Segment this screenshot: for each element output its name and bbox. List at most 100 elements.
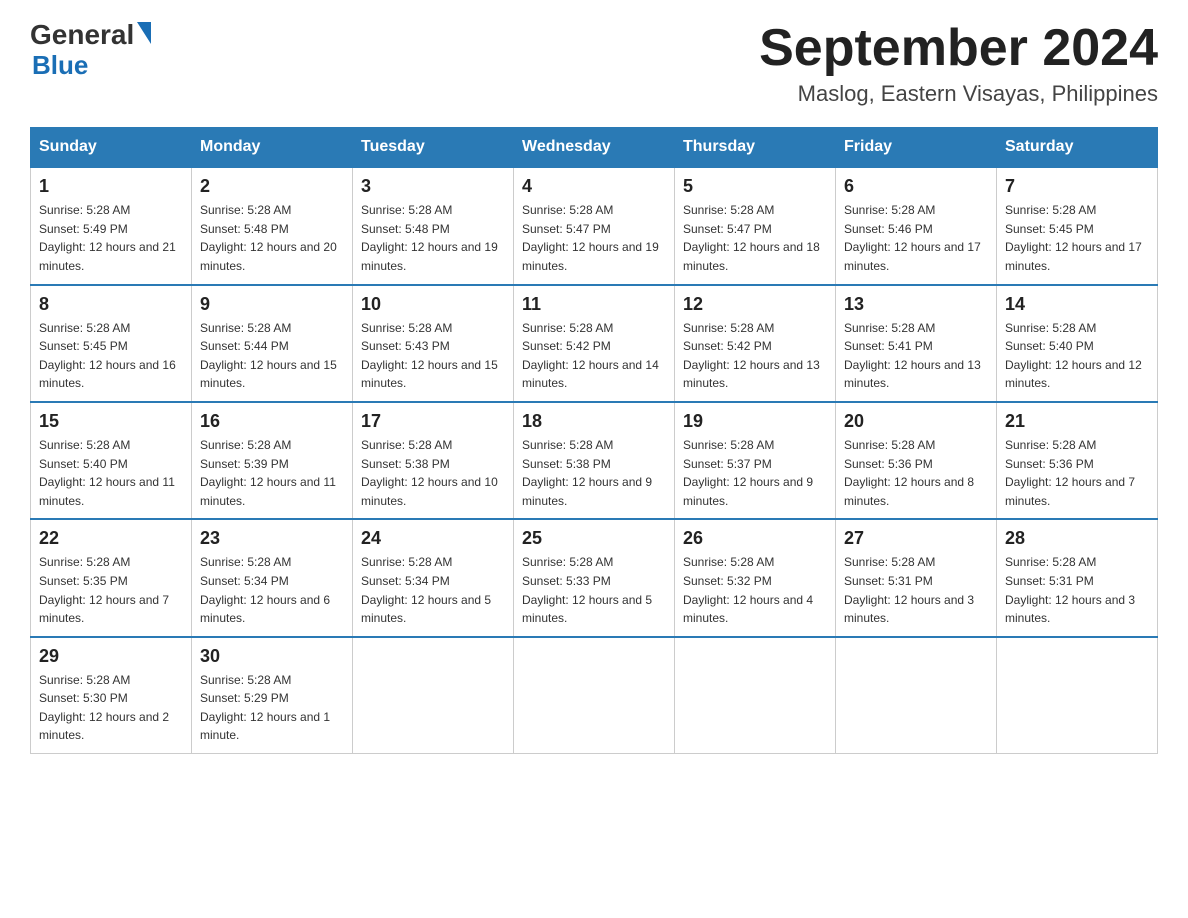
sunrise-text: Sunrise: 5:28 AM	[39, 673, 130, 687]
day-number: 17	[361, 411, 505, 432]
day-number: 24	[361, 528, 505, 549]
table-row: 17 Sunrise: 5:28 AM Sunset: 5:38 PM Dayl…	[353, 402, 514, 519]
sunrise-text: Sunrise: 5:28 AM	[522, 321, 613, 335]
table-row: 1 Sunrise: 5:28 AM Sunset: 5:49 PM Dayli…	[31, 167, 192, 284]
daylight-text: Daylight: 12 hours and 15 minutes.	[200, 358, 337, 391]
daylight-text: Daylight: 12 hours and 5 minutes.	[361, 593, 491, 626]
daylight-text: Daylight: 12 hours and 4 minutes.	[683, 593, 813, 626]
header-wednesday: Wednesday	[514, 128, 675, 168]
daylight-text: Daylight: 12 hours and 12 minutes.	[1005, 358, 1142, 391]
table-row: 19 Sunrise: 5:28 AM Sunset: 5:37 PM Dayl…	[675, 402, 836, 519]
table-row: 11 Sunrise: 5:28 AM Sunset: 5:42 PM Dayl…	[514, 285, 675, 402]
table-row: 22 Sunrise: 5:28 AM Sunset: 5:35 PM Dayl…	[31, 519, 192, 636]
sunrise-text: Sunrise: 5:28 AM	[844, 438, 935, 452]
day-number: 15	[39, 411, 183, 432]
daylight-text: Daylight: 12 hours and 8 minutes.	[844, 475, 974, 508]
daylight-text: Daylight: 12 hours and 19 minutes.	[522, 240, 659, 273]
table-row: 26 Sunrise: 5:28 AM Sunset: 5:32 PM Dayl…	[675, 519, 836, 636]
table-row: 3 Sunrise: 5:28 AM Sunset: 5:48 PM Dayli…	[353, 167, 514, 284]
table-row: 7 Sunrise: 5:28 AM Sunset: 5:45 PM Dayli…	[997, 167, 1158, 284]
sunrise-text: Sunrise: 5:28 AM	[39, 438, 130, 452]
daylight-text: Daylight: 12 hours and 17 minutes.	[1005, 240, 1142, 273]
sunset-text: Sunset: 5:35 PM	[39, 574, 128, 588]
day-number: 26	[683, 528, 827, 549]
day-info: Sunrise: 5:28 AM Sunset: 5:48 PM Dayligh…	[200, 201, 344, 275]
sunrise-text: Sunrise: 5:28 AM	[522, 203, 613, 217]
sunset-text: Sunset: 5:47 PM	[683, 222, 772, 236]
day-number: 12	[683, 294, 827, 315]
day-number: 21	[1005, 411, 1149, 432]
day-number: 29	[39, 646, 183, 667]
header-sunday: Sunday	[31, 128, 192, 168]
day-info: Sunrise: 5:28 AM Sunset: 5:38 PM Dayligh…	[522, 436, 666, 510]
table-row: 4 Sunrise: 5:28 AM Sunset: 5:47 PM Dayli…	[514, 167, 675, 284]
day-number: 11	[522, 294, 666, 315]
day-info: Sunrise: 5:28 AM Sunset: 5:32 PM Dayligh…	[683, 553, 827, 627]
day-info: Sunrise: 5:28 AM Sunset: 5:36 PM Dayligh…	[1005, 436, 1149, 510]
table-row: 29 Sunrise: 5:28 AM Sunset: 5:30 PM Dayl…	[31, 637, 192, 754]
table-row: 25 Sunrise: 5:28 AM Sunset: 5:33 PM Dayl…	[514, 519, 675, 636]
day-info: Sunrise: 5:28 AM Sunset: 5:31 PM Dayligh…	[1005, 553, 1149, 627]
logo-general-text: General	[30, 20, 134, 51]
sunrise-text: Sunrise: 5:28 AM	[683, 438, 774, 452]
sunset-text: Sunset: 5:36 PM	[1005, 457, 1094, 471]
day-number: 20	[844, 411, 988, 432]
table-row: 21 Sunrise: 5:28 AM Sunset: 5:36 PM Dayl…	[997, 402, 1158, 519]
day-info: Sunrise: 5:28 AM Sunset: 5:31 PM Dayligh…	[844, 553, 988, 627]
sunset-text: Sunset: 5:37 PM	[683, 457, 772, 471]
day-number: 7	[1005, 176, 1149, 197]
sunrise-text: Sunrise: 5:28 AM	[1005, 321, 1096, 335]
day-number: 1	[39, 176, 183, 197]
sunset-text: Sunset: 5:42 PM	[683, 339, 772, 353]
daylight-text: Daylight: 12 hours and 17 minutes.	[844, 240, 981, 273]
sunset-text: Sunset: 5:38 PM	[522, 457, 611, 471]
daylight-text: Daylight: 12 hours and 16 minutes.	[39, 358, 176, 391]
sunrise-text: Sunrise: 5:28 AM	[683, 203, 774, 217]
sunset-text: Sunset: 5:40 PM	[1005, 339, 1094, 353]
table-row: 15 Sunrise: 5:28 AM Sunset: 5:40 PM Dayl…	[31, 402, 192, 519]
sunrise-text: Sunrise: 5:28 AM	[361, 203, 452, 217]
day-number: 25	[522, 528, 666, 549]
sunset-text: Sunset: 5:48 PM	[361, 222, 450, 236]
daylight-text: Daylight: 12 hours and 1 minute.	[200, 710, 330, 743]
sunset-text: Sunset: 5:29 PM	[200, 691, 289, 705]
sunrise-text: Sunrise: 5:28 AM	[683, 321, 774, 335]
day-number: 3	[361, 176, 505, 197]
sunset-text: Sunset: 5:47 PM	[522, 222, 611, 236]
sunset-text: Sunset: 5:41 PM	[844, 339, 933, 353]
sunset-text: Sunset: 5:34 PM	[200, 574, 289, 588]
sunrise-text: Sunrise: 5:28 AM	[200, 673, 291, 687]
day-number: 6	[844, 176, 988, 197]
daylight-text: Daylight: 12 hours and 19 minutes.	[361, 240, 498, 273]
daylight-text: Daylight: 12 hours and 13 minutes.	[844, 358, 981, 391]
sunset-text: Sunset: 5:43 PM	[361, 339, 450, 353]
header-saturday: Saturday	[997, 128, 1158, 168]
day-info: Sunrise: 5:28 AM Sunset: 5:40 PM Dayligh…	[39, 436, 183, 510]
sunset-text: Sunset: 5:45 PM	[39, 339, 128, 353]
day-number: 14	[1005, 294, 1149, 315]
sunrise-text: Sunrise: 5:28 AM	[39, 321, 130, 335]
day-number: 27	[844, 528, 988, 549]
sunset-text: Sunset: 5:32 PM	[683, 574, 772, 588]
sunset-text: Sunset: 5:31 PM	[1005, 574, 1094, 588]
table-row: 18 Sunrise: 5:28 AM Sunset: 5:38 PM Dayl…	[514, 402, 675, 519]
calendar-week-row: 15 Sunrise: 5:28 AM Sunset: 5:40 PM Dayl…	[31, 402, 1158, 519]
sunset-text: Sunset: 5:38 PM	[361, 457, 450, 471]
day-info: Sunrise: 5:28 AM Sunset: 5:48 PM Dayligh…	[361, 201, 505, 275]
daylight-text: Daylight: 12 hours and 10 minutes.	[361, 475, 498, 508]
calendar-week-row: 29 Sunrise: 5:28 AM Sunset: 5:30 PM Dayl…	[31, 637, 1158, 754]
table-row: 20 Sunrise: 5:28 AM Sunset: 5:36 PM Dayl…	[836, 402, 997, 519]
daylight-text: Daylight: 12 hours and 20 minutes.	[200, 240, 337, 273]
table-row: 30 Sunrise: 5:28 AM Sunset: 5:29 PM Dayl…	[192, 637, 353, 754]
day-number: 30	[200, 646, 344, 667]
table-row: 27 Sunrise: 5:28 AM Sunset: 5:31 PM Dayl…	[836, 519, 997, 636]
sunrise-text: Sunrise: 5:28 AM	[1005, 555, 1096, 569]
table-row: 28 Sunrise: 5:28 AM Sunset: 5:31 PM Dayl…	[997, 519, 1158, 636]
sunrise-text: Sunrise: 5:28 AM	[1005, 203, 1096, 217]
daylight-text: Daylight: 12 hours and 11 minutes.	[39, 475, 175, 508]
day-info: Sunrise: 5:28 AM Sunset: 5:43 PM Dayligh…	[361, 319, 505, 393]
table-row	[675, 637, 836, 754]
calendar-table: Sunday Monday Tuesday Wednesday Thursday…	[30, 127, 1158, 754]
daylight-text: Daylight: 12 hours and 7 minutes.	[1005, 475, 1135, 508]
location-subtitle: Maslog, Eastern Visayas, Philippines	[759, 81, 1158, 107]
